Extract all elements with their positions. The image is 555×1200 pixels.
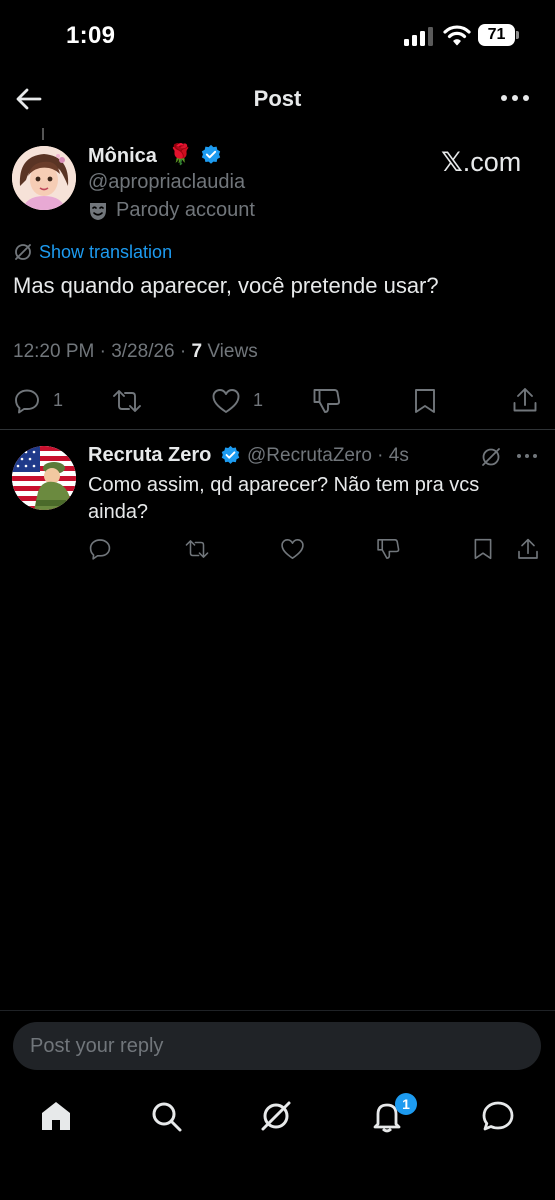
grok-icon[interactable] xyxy=(480,446,502,468)
reply-text: Como assim, qd aparecer? Não tem pra vcs… xyxy=(88,474,480,523)
parody-account-label: Parody account xyxy=(116,199,255,221)
verified-badge-icon xyxy=(200,144,222,166)
share-icon[interactable] xyxy=(511,386,539,414)
bookmark-icon[interactable] xyxy=(472,537,494,561)
thread-connector xyxy=(42,128,44,140)
battery-indicator: 71 xyxy=(478,24,515,46)
status-time: 1:09 xyxy=(66,22,116,49)
more-options-icon[interactable] xyxy=(497,86,533,110)
like-heart-icon[interactable] xyxy=(211,387,241,415)
parody-mask-icon xyxy=(88,200,108,222)
translate-icon xyxy=(13,242,33,262)
reply-author-handle[interactable]: @RecrutaZero · 4s xyxy=(247,445,409,467)
x-logo: 𝕏 xyxy=(441,147,463,178)
author-avatar[interactable] xyxy=(12,146,76,210)
repost-icon[interactable] xyxy=(111,387,143,415)
wifi-icon xyxy=(443,24,471,46)
views-count: 7 xyxy=(191,341,203,362)
reply-author-name[interactable]: Recruta Zero xyxy=(88,444,211,467)
divider xyxy=(0,1010,555,1011)
show-translation-link[interactable]: Show translation xyxy=(39,242,172,263)
author-name[interactable]: Mônica xyxy=(88,145,157,168)
verified-badge-icon xyxy=(220,445,241,466)
author-handle[interactable]: @apropriaclaudia xyxy=(88,171,245,194)
reply-count: 1 xyxy=(53,390,64,410)
cellular-signal-icon xyxy=(404,26,436,46)
reply-icon[interactable] xyxy=(88,537,112,561)
like-heart-icon[interactable] xyxy=(280,537,305,561)
search-icon[interactable] xyxy=(148,1098,184,1134)
x-com-label: 𝕏.com xyxy=(441,147,521,178)
x-com-suffix: .com xyxy=(462,147,522,177)
bookmark-icon[interactable] xyxy=(412,387,438,415)
reply-more-options-icon[interactable] xyxy=(515,448,539,464)
post-text: Mas quando aparecer, você pretende usar? xyxy=(13,273,439,298)
messages-icon[interactable] xyxy=(480,1098,516,1134)
reply-author-avatar[interactable] xyxy=(12,446,76,510)
dislike-icon[interactable] xyxy=(312,387,342,415)
reply-input[interactable] xyxy=(13,1022,541,1070)
repost-icon[interactable] xyxy=(184,537,210,561)
rose-emoji: 🌹 xyxy=(168,144,193,166)
page-title: Post xyxy=(253,86,302,111)
like-count: 1 xyxy=(253,390,264,410)
home-icon[interactable] xyxy=(38,1098,74,1134)
dislike-icon[interactable] xyxy=(376,537,401,561)
views-label: Views xyxy=(202,341,258,362)
post-meta: 12:20 PM · 3/28/26 · 7 Views xyxy=(13,341,258,363)
divider xyxy=(0,429,555,430)
battery-cap xyxy=(516,31,519,39)
reply-icon[interactable] xyxy=(13,387,41,415)
notification-badge: 1 xyxy=(395,1093,417,1115)
post-timestamp: 12:20 PM · 3/28/26 · xyxy=(13,341,192,362)
grok-icon[interactable] xyxy=(258,1098,294,1134)
share-icon[interactable] xyxy=(516,537,540,561)
